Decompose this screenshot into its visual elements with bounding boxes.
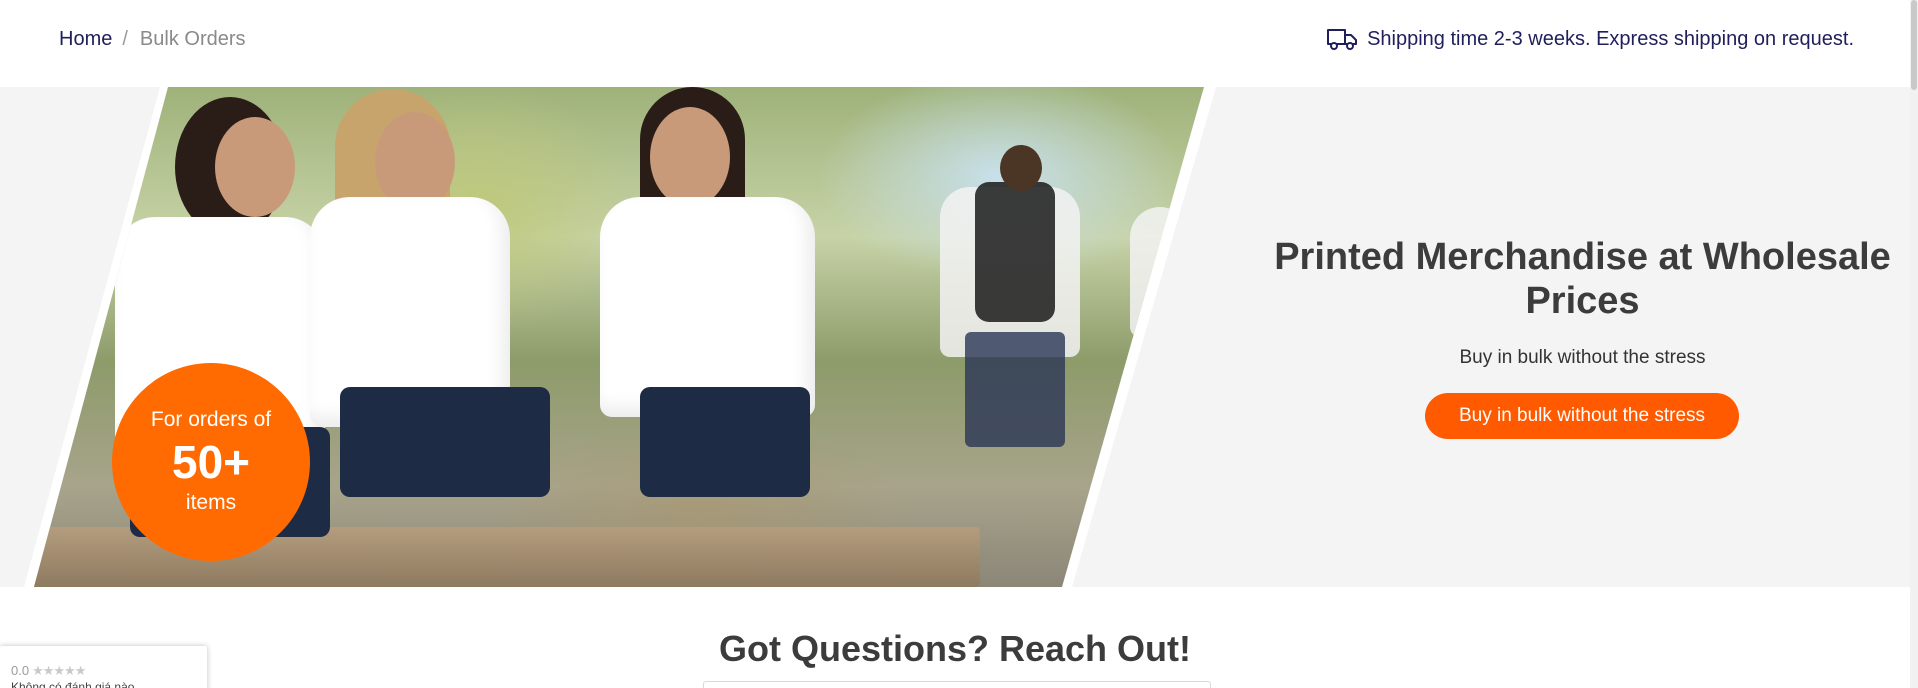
- background-student-head: [1000, 145, 1042, 191]
- truck-icon: [1326, 27, 1358, 51]
- breadcrumb-home-link[interactable]: Home: [59, 28, 112, 51]
- student-2-skirt: [340, 387, 550, 497]
- review-score: 0.0 ★★★★★: [11, 663, 86, 679]
- badge-line-2: items: [185, 491, 237, 514]
- shipping-notice: Shipping time 2-3 weeks. Express shippin…: [1326, 27, 1854, 51]
- breadcrumb-separator: /: [122, 28, 128, 50]
- student-3-skirt: [640, 387, 810, 497]
- review-widget[interactable]: 0.0 ★★★★★ Không có đánh giá nào: [0, 646, 207, 688]
- hero-subtitle: Buy in bulk without the stress: [1459, 347, 1706, 368]
- student-3-face: [650, 107, 730, 207]
- questions-heading: Got Questions? Reach Out!: [718, 628, 1192, 669]
- hero-title: Printed Merchandise at Wholesale Prices: [1274, 236, 1891, 322]
- top-bar: Home / Bulk Orders Shipping time 2-3 wee…: [0, 0, 1918, 87]
- contact-form-box[interactable]: [703, 681, 1211, 688]
- scrollbar[interactable]: [1910, 0, 1918, 688]
- student-3-shirt: [600, 197, 815, 417]
- breadcrumb: Home / Bulk Orders: [59, 28, 246, 51]
- hero-banner: For orders of 50+ items Printed Merchand…: [0, 87, 1910, 587]
- breadcrumb-current: Bulk Orders: [139, 28, 246, 50]
- background-student-shorts: [965, 332, 1065, 447]
- order-minimum-badge: For orders of 50+ items: [112, 363, 310, 561]
- student-1-face: [215, 117, 295, 217]
- badge-number: 50+: [171, 436, 251, 488]
- scrollbar-thumb[interactable]: [1911, 0, 1917, 90]
- review-score-value: 0.0: [11, 663, 30, 678]
- backpack: [975, 182, 1055, 322]
- hero-content: Printed Merchandise at Wholesale Prices …: [1240, 87, 1910, 587]
- shipping-text: Shipping time 2-3 weeks. Express shippin…: [1367, 27, 1854, 50]
- buy-in-bulk-button[interactable]: Buy in bulk without the stress: [1425, 393, 1739, 439]
- badge-line-1: For orders of: [150, 408, 272, 431]
- review-label: Không có đánh giá nào: [11, 680, 135, 688]
- review-stars-icon: ★★★★★: [32, 663, 86, 678]
